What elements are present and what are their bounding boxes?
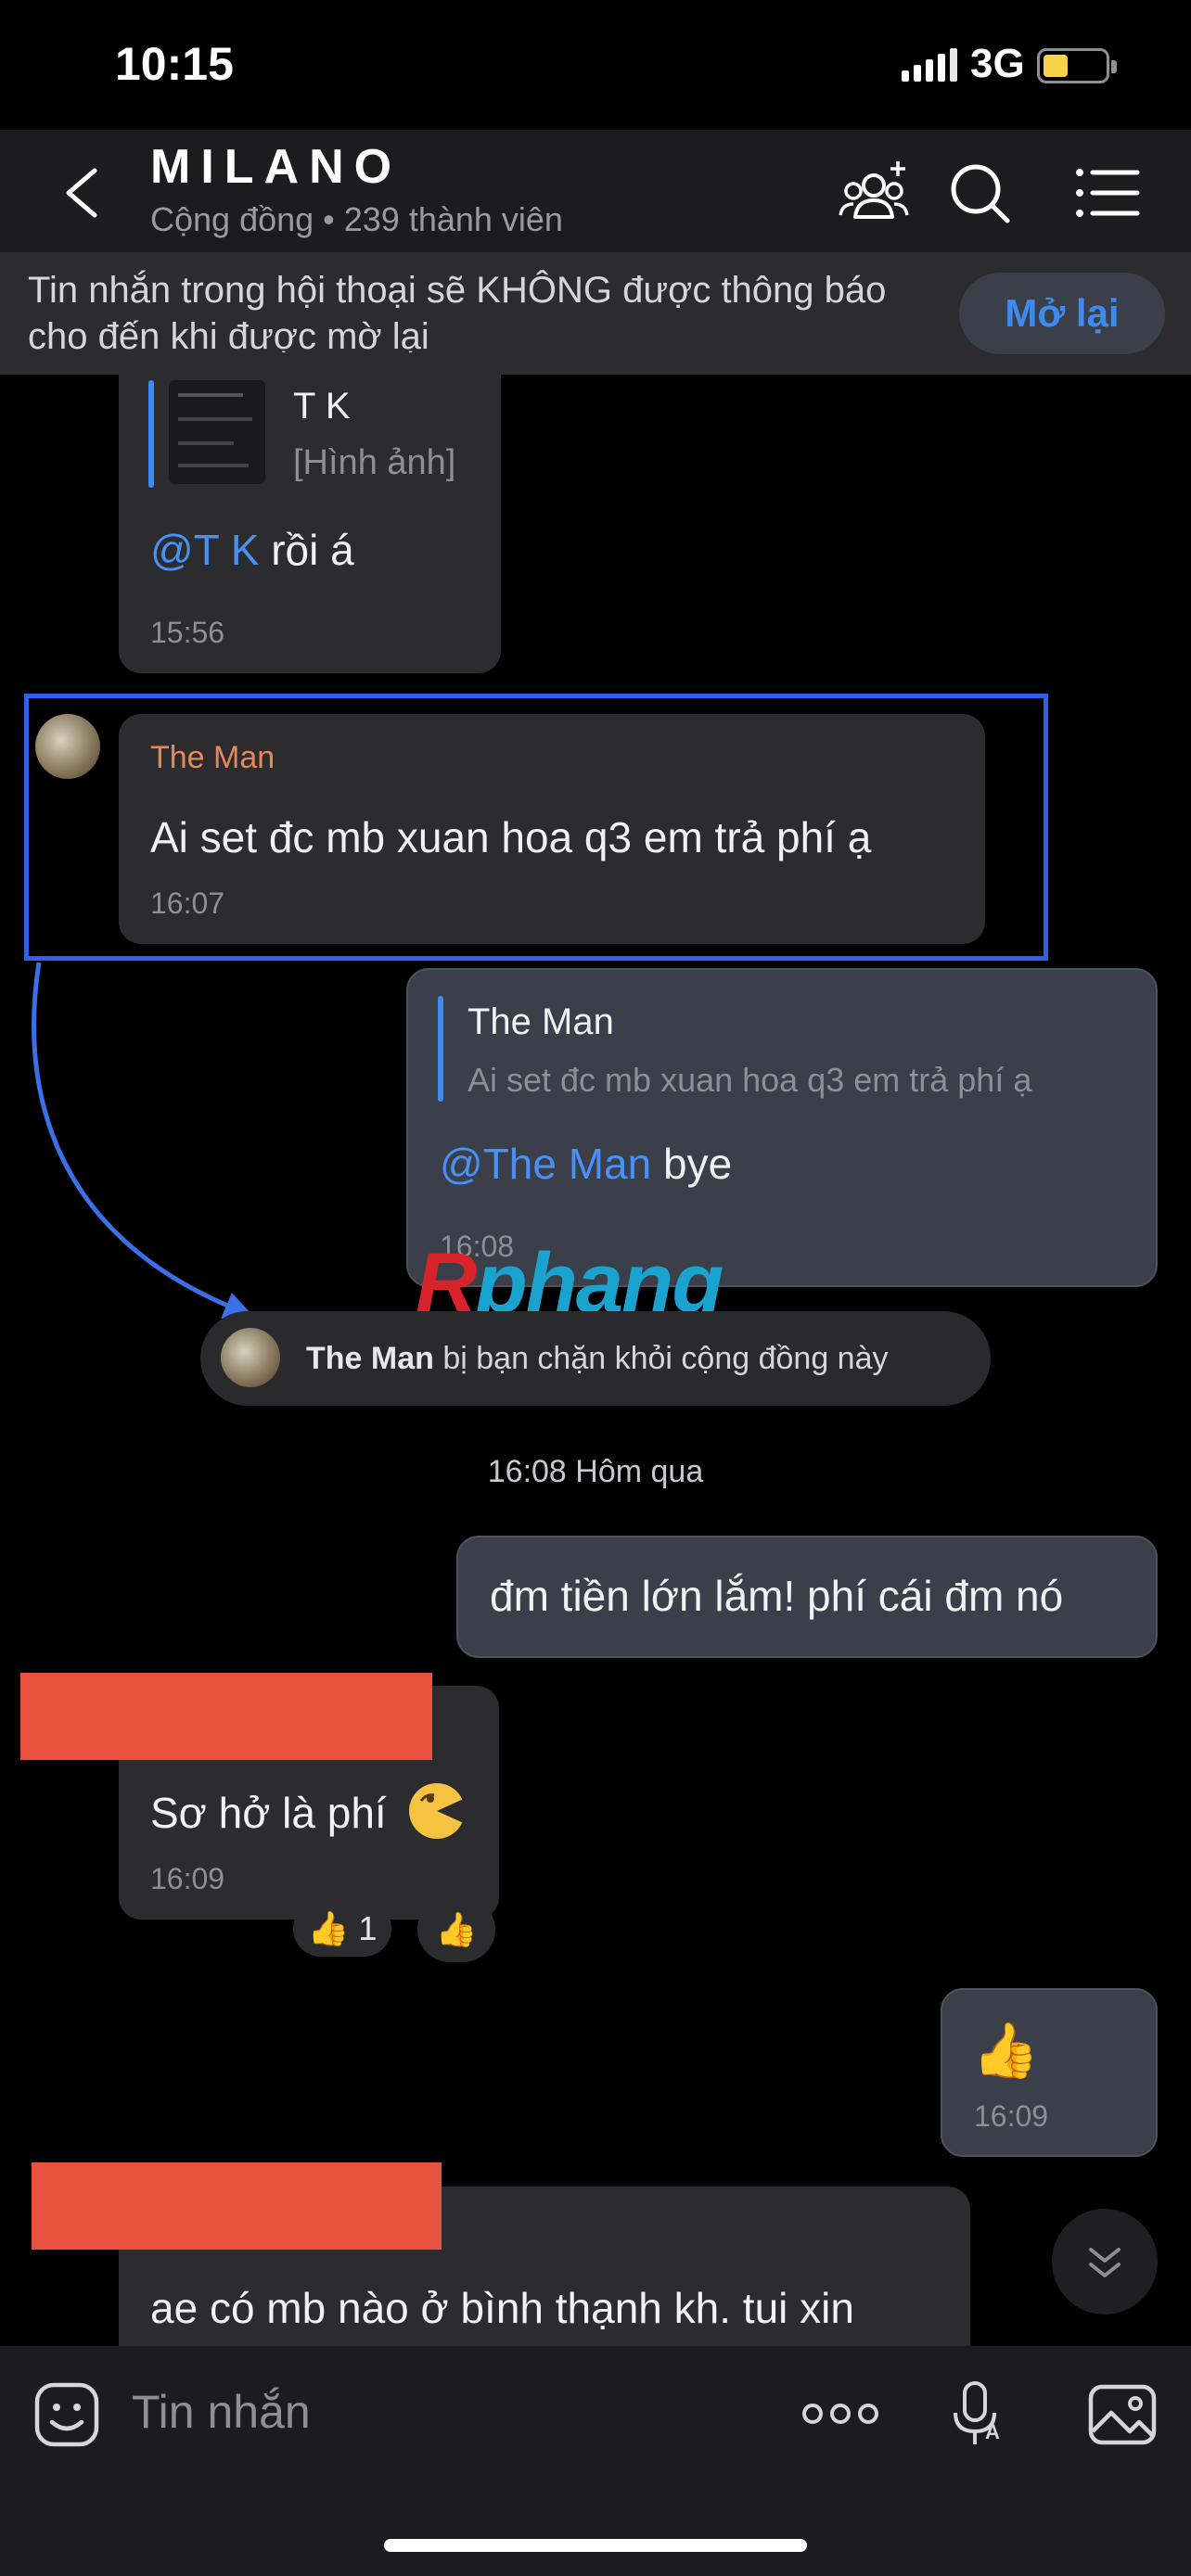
system-notice-user: The Man [306,1341,434,1376]
message-text: @The Man bye [440,1139,732,1189]
message-time: 15:56 [150,616,225,649]
sender-name[interactable]: The Man [150,740,275,776]
react-button[interactable]: 👍 [417,1897,495,1962]
thumbs-up-icon: 👍 [435,1910,478,1948]
message-text: @T K rồi á [150,525,354,575]
status-time: 10:15 [115,38,234,90]
scroll-to-bottom-button[interactable] [1052,2209,1158,2315]
network-type: 3G [970,41,1025,86]
date-separator: 16:08 Hôm qua [487,1454,704,1489]
quote-bar [148,380,154,488]
reaction-count[interactable]: 👍 1 [293,1901,391,1957]
quote-bar [438,996,443,1102]
svg-text:A: A [985,2420,1000,2443]
redaction-overlay [20,1673,432,1760]
back-icon[interactable] [56,163,111,223]
message-time: 16:09 [150,1862,225,1895]
quoted-text: [Hình ảnh] [293,443,456,482]
mute-banner-text: Tin nhắn trong hội thoại sẽ KHÔNG được t… [28,270,887,357]
voice-text-icon[interactable]: A [946,2379,1007,2450]
message-body: bye [651,1140,733,1188]
search-icon[interactable] [942,158,1017,228]
battery-icon [1037,48,1117,83]
system-notice-text: The Man bị bạn chặn khỏi cộng đồng này [306,1341,889,1377]
thumbs-up-emoji: 👍 [972,2021,1040,2081]
emoji-sticker-icon [409,1783,467,1839]
home-indicator [384,2539,807,2552]
double-chevron-down-icon [1089,2248,1121,2277]
annotation-arrow [32,962,252,1319]
group-title[interactable]: MILANO [150,139,402,195]
quoted-sender: T K [293,386,351,427]
menu-list-icon[interactable] [1070,158,1145,228]
mention[interactable]: @T K [150,526,259,574]
message-text: Sơ hở là phí [150,1788,387,1838]
message-time: 16:07 [150,886,225,920]
thumbs-up-icon: 👍 [307,1909,350,1947]
message-text: Ai set đc mb xuan hoa q3 em trả phí ạ [150,813,872,861]
add-member-icon[interactable] [837,158,911,228]
message-body: rồi á [259,526,354,574]
sticker-icon[interactable] [33,2381,100,2448]
mention[interactable]: @The Man [440,1140,651,1188]
quoted-image-thumbnail[interactable] [169,380,265,484]
message-body: Sơ hở là phí [150,1789,387,1837]
avatar[interactable] [35,714,100,779]
group-subtitle: Cộng đồng • 239 thành viên [150,200,563,238]
signal-icon [902,48,957,82]
image-picker-icon[interactable] [1087,2381,1158,2448]
more-options-icon[interactable] [801,2398,879,2429]
message-input[interactable]: Tin nhắn [132,2385,311,2439]
avatar [221,1328,280,1387]
quoted-sender: The Man [467,1001,614,1042]
quoted-text: Ai set đc mb xuan hoa q3 em trả phí ạ [467,1061,1032,1099]
message-text: ae có mb nào ở bình thạnh kh. tui xin [150,2284,854,2332]
reaction-count-value: 1 [358,1909,378,1947]
unmute-button[interactable]: Mở lại [959,273,1165,354]
system-notice-body: bị bạn chặn khỏi cộng đồng này [433,1341,889,1376]
message-text: đm tiền lớn lắm! phí cái đm nó [490,1572,1064,1620]
message-time: 16:09 [974,2099,1049,2133]
redaction-overlay [32,2162,442,2250]
